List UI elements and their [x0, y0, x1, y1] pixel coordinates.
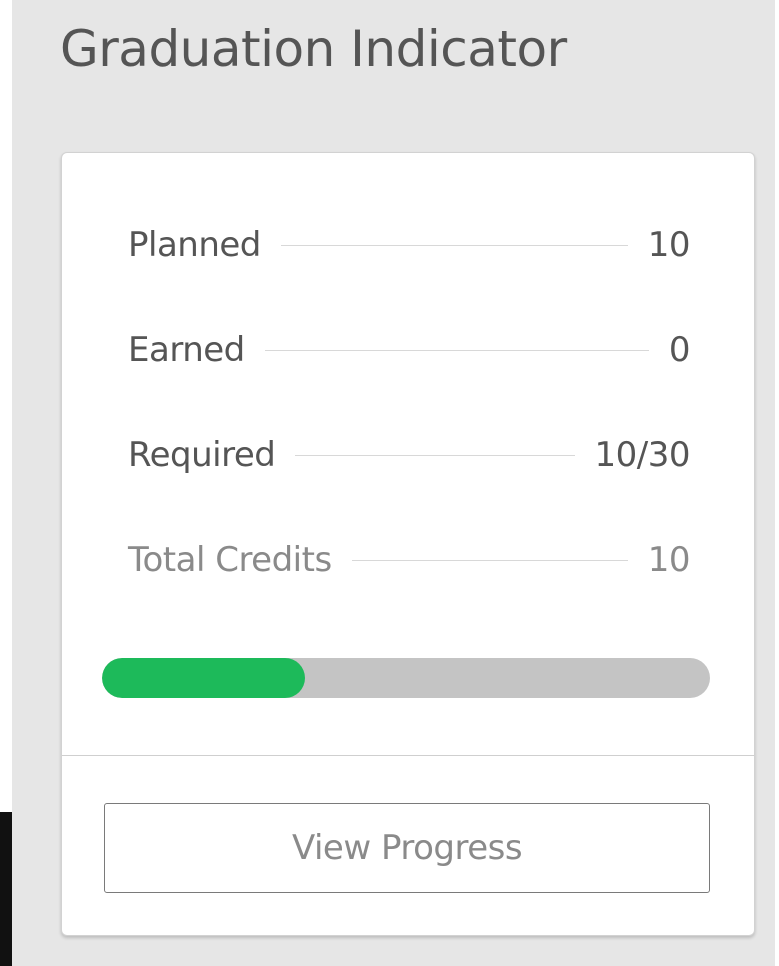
stat-value-planned: 10 [647, 225, 691, 265]
stat-label-earned: Earned [128, 330, 245, 370]
stat-value-required: 10/30 [594, 435, 691, 475]
stat-label-total-credits: Total Credits [128, 540, 332, 580]
stat-leader-line [264, 349, 649, 351]
right-edge [775, 0, 779, 966]
graduation-progress-fill [102, 658, 305, 698]
graduation-indicator-panel: Graduation Indicator Planned 10 Earned 0… [12, 0, 779, 966]
card-divider [62, 755, 754, 756]
view-progress-button[interactable]: View Progress [104, 803, 710, 893]
background-window-edge [0, 812, 12, 966]
stat-value-total-credits: 10 [647, 540, 691, 580]
stat-leader-line [295, 454, 575, 456]
graduation-card: Planned 10 Earned 0 Required 10/30 Total… [61, 152, 755, 936]
graduation-progress-bar [102, 658, 710, 698]
stat-label-required: Required [128, 435, 276, 475]
stat-leader-line [280, 244, 628, 246]
stat-row-earned: Earned 0 [128, 328, 691, 372]
stat-row-planned: Planned 10 [128, 223, 691, 267]
stat-value-earned: 0 [668, 330, 691, 370]
stat-row-total-credits: Total Credits 10 [128, 538, 691, 582]
widget-title: Graduation Indicator [60, 20, 567, 78]
stat-leader-line [351, 559, 628, 561]
stat-row-required: Required 10/30 [128, 433, 691, 477]
stat-label-planned: Planned [128, 225, 261, 265]
